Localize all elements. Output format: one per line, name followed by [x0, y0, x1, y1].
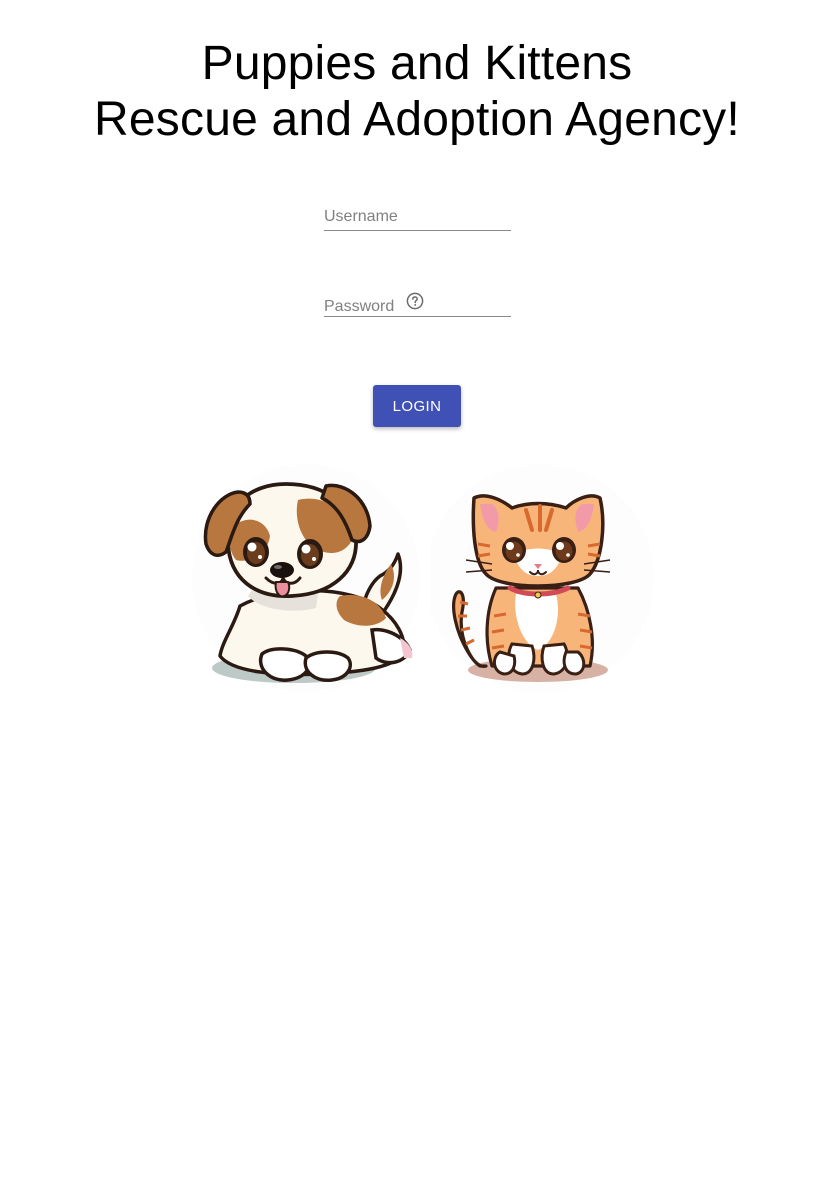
kitten-illustration: [430, 464, 654, 692]
password-field: [324, 292, 511, 318]
login-page: Puppies and Kittens Rescue and Adoption …: [0, 0, 834, 1194]
password-input[interactable]: [324, 296, 404, 318]
page-title-line-2: Rescue and Adoption Agency!: [94, 93, 740, 146]
page-title-line-1: Puppies and Kittens: [201, 37, 633, 90]
username-field: [324, 206, 511, 231]
help-circle-icon[interactable]: [406, 292, 424, 310]
login-button[interactable]: LOGIN: [373, 385, 461, 427]
username-input[interactable]: [324, 206, 484, 228]
page-title: Puppies and Kittens Rescue and Adoption …: [0, 36, 834, 148]
puppy-illustration: [192, 464, 420, 692]
